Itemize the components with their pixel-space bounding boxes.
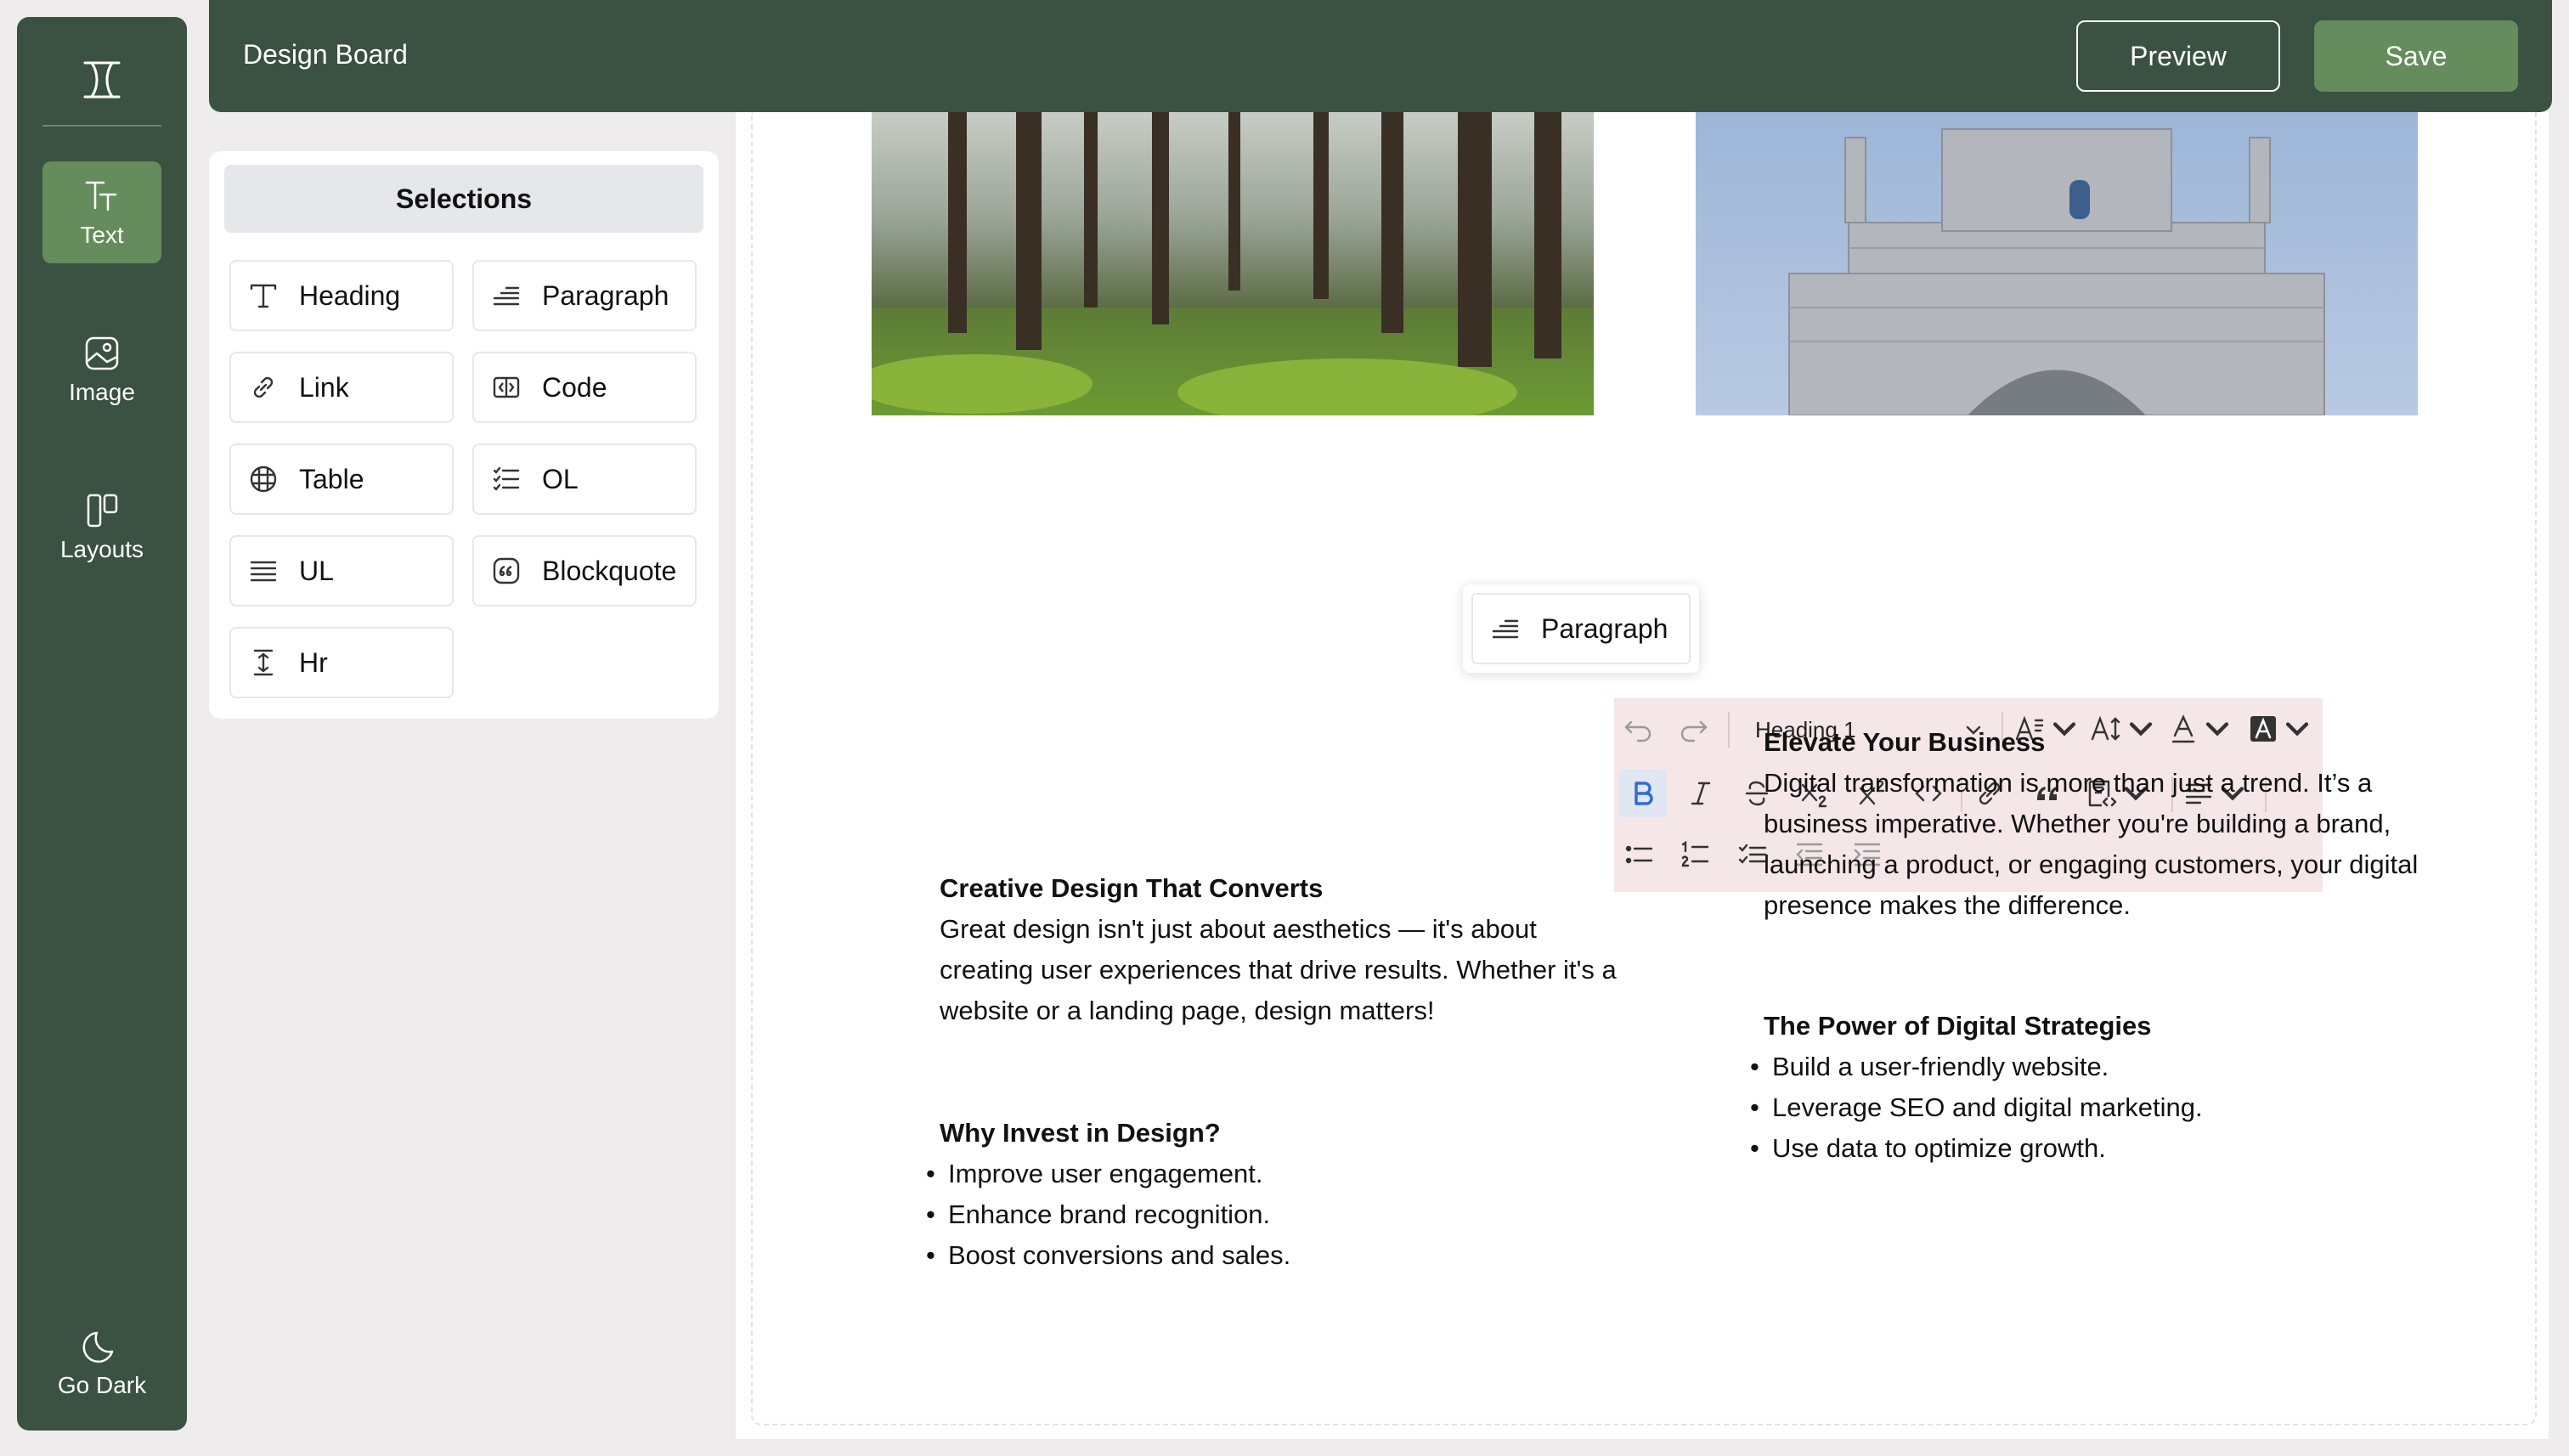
rail-item-label: Image bbox=[69, 379, 135, 405]
code-icon bbox=[493, 376, 520, 398]
text-block-elevate-business[interactable]: Elevate Your Business Digital transforma… bbox=[1764, 722, 2435, 926]
selection-paragraph[interactable]: Paragraph bbox=[472, 260, 697, 331]
forest-graphic bbox=[872, 112, 1594, 415]
left-rail: Text Image Layouts Go Dark bbox=[17, 17, 187, 1431]
list-item: Enhance brand recognition. bbox=[924, 1194, 1621, 1235]
selection-blockquote[interactable]: Blockquote bbox=[472, 535, 697, 607]
save-button[interactable]: Save bbox=[2314, 20, 2518, 92]
selection-table[interactable]: Table bbox=[229, 443, 454, 515]
selection-label: Hr bbox=[299, 646, 328, 678]
selection-link[interactable]: Link bbox=[229, 352, 454, 423]
image-icon bbox=[85, 336, 119, 370]
bullet-list: Improve user engagement. Enhance brand r… bbox=[924, 1154, 1621, 1276]
selection-ul[interactable]: UL bbox=[229, 535, 454, 607]
bullet-list-icon bbox=[1625, 845, 1653, 864]
selection-label: Code bbox=[542, 371, 607, 403]
blockquote-icon bbox=[493, 557, 520, 584]
heading-icon bbox=[250, 284, 277, 308]
selection-label: Link bbox=[299, 371, 349, 403]
block-heading: The Power of Digital Strategies bbox=[1764, 1011, 2152, 1041]
selections-title: Selections bbox=[224, 165, 703, 233]
selection-label: Heading bbox=[299, 279, 401, 311]
list-item: Improve user engagement. bbox=[924, 1154, 1621, 1194]
bold-button[interactable] bbox=[1619, 770, 1667, 817]
bullet-list: Build a user-friendly website. Leverage … bbox=[1748, 1047, 2445, 1169]
page-title: Design Board bbox=[243, 39, 408, 70]
selections-panel: Selections Heading Paragraph Link Code T… bbox=[209, 151, 719, 719]
selection-label: Blockquote bbox=[542, 555, 677, 586]
block-heading: Elevate Your Business bbox=[1764, 727, 2046, 757]
list-item: Use data to optimize growth. bbox=[1748, 1128, 2445, 1169]
selection-heading[interactable]: Heading bbox=[229, 260, 454, 331]
design-canvas[interactable]: Paragraph Heading 1 Creative Design That… bbox=[736, 112, 2549, 1439]
selection-hr[interactable]: Hr bbox=[229, 627, 454, 698]
selection-label: OL bbox=[542, 463, 579, 494]
dragging-paragraph-chip[interactable]: Paragraph bbox=[1463, 584, 1699, 673]
drag-chip-body: Paragraph bbox=[1471, 593, 1691, 664]
paragraph-icon bbox=[493, 286, 520, 306]
rail-item-label: Go Dark bbox=[57, 1372, 147, 1398]
paragraph-icon bbox=[1492, 619, 1519, 639]
undo-button[interactable] bbox=[1619, 710, 1657, 748]
bullet-list-button[interactable] bbox=[1619, 834, 1660, 875]
unordered-list-icon bbox=[250, 561, 277, 582]
rail-divider bbox=[42, 125, 161, 127]
redo-button[interactable] bbox=[1675, 710, 1713, 748]
block-body: Great design isn't just about aesthetics… bbox=[940, 914, 1617, 1025]
numbered-list-button[interactable] bbox=[1675, 834, 1716, 875]
building-image[interactable] bbox=[1696, 112, 2418, 415]
block-heading: Why Invest in Design? bbox=[940, 1118, 1221, 1148]
rail-item-go-dark[interactable]: Go Dark bbox=[42, 1312, 161, 1414]
list-item: Leverage SEO and digital marketing. bbox=[1748, 1087, 2445, 1128]
horizontal-rule-icon bbox=[253, 649, 274, 676]
link-icon bbox=[253, 376, 274, 398]
italic-icon bbox=[1691, 782, 1711, 805]
selection-label: Table bbox=[299, 463, 364, 494]
redo-icon bbox=[1680, 720, 1708, 742]
rail-item-label: Layouts bbox=[59, 536, 144, 562]
selection-label: Paragraph bbox=[542, 279, 669, 311]
block-heading: Creative Design That Converts bbox=[940, 873, 1324, 903]
ordered-list-icon bbox=[493, 466, 520, 491]
top-bar: Design Board Preview Save bbox=[209, 0, 2552, 112]
selection-code[interactable]: Code bbox=[472, 352, 697, 423]
rail-item-text[interactable]: Text bbox=[42, 161, 161, 263]
bold-icon bbox=[1635, 782, 1653, 805]
list-item: Boost conversions and sales. bbox=[924, 1235, 1621, 1276]
list-item: Build a user-friendly website. bbox=[1748, 1047, 2445, 1087]
preview-button[interactable]: Preview bbox=[2076, 20, 2280, 92]
building-graphic bbox=[1788, 128, 2325, 415]
selection-ol[interactable]: OL bbox=[472, 443, 697, 515]
undo-icon bbox=[1624, 720, 1652, 742]
text-block-digital-strategies[interactable]: The Power of Digital Strategies Build a … bbox=[1748, 1006, 2445, 1169]
text-block-creative-design[interactable]: Creative Design That Converts Great desi… bbox=[940, 868, 1619, 1031]
app-logo-icon bbox=[17, 58, 187, 122]
rail-item-layouts[interactable]: Layouts bbox=[42, 476, 161, 578]
forest-image[interactable] bbox=[872, 112, 1594, 415]
text-block-why-invest[interactable]: Why Invest in Design? Improve user engag… bbox=[924, 1113, 1621, 1276]
moon-icon bbox=[82, 1331, 114, 1363]
italic-button[interactable] bbox=[1680, 773, 1721, 814]
numbered-list-icon bbox=[1681, 840, 1709, 867]
block-body: Digital transformation is more than just… bbox=[1764, 768, 2419, 920]
text-icon bbox=[85, 181, 117, 212]
layouts-icon bbox=[87, 494, 118, 528]
drag-chip-label: Paragraph bbox=[1541, 612, 1668, 644]
selection-label: UL bbox=[299, 555, 334, 586]
rail-item-image[interactable]: Image bbox=[42, 319, 161, 420]
table-icon bbox=[250, 466, 277, 493]
rail-item-label: Text bbox=[80, 222, 124, 248]
